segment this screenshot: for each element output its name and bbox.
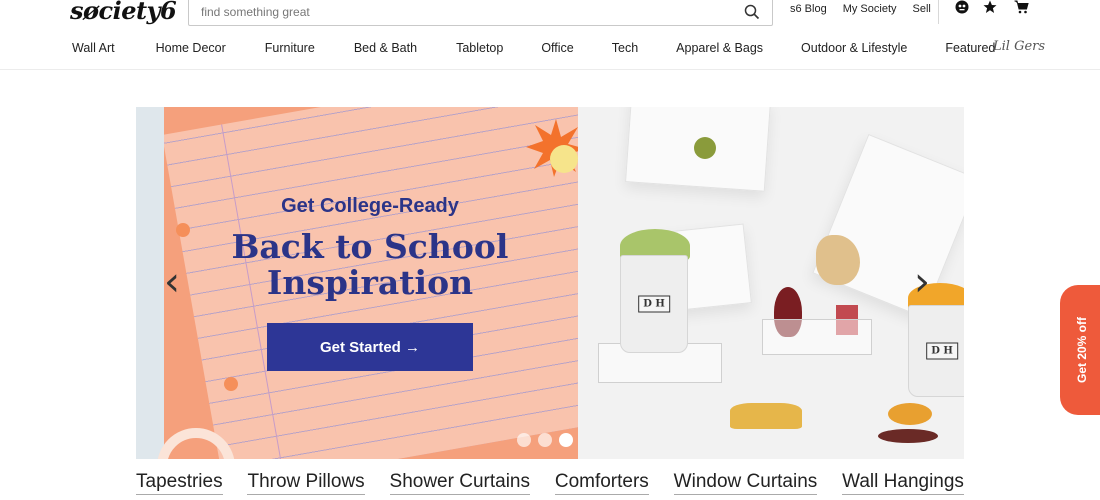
nav-item-home-decor[interactable]: Home Decor <box>156 41 226 55</box>
search-input[interactable] <box>201 0 721 24</box>
hero-title-line-2: Inspiration <box>266 263 474 302</box>
nav-item-wall-art[interactable]: Wall Art <box>72 41 115 55</box>
promo-label: Get 20% off <box>1075 316 1089 384</box>
hero-title-line-1: Back to School <box>231 227 509 266</box>
category-link-comforters[interactable]: Comforters <box>554 471 649 495</box>
carousel-dot-3[interactable] <box>559 433 573 447</box>
smoothie-cup: D H <box>620 255 688 353</box>
sell-link[interactable]: Sell <box>913 3 931 15</box>
acrylic-stand <box>762 319 872 355</box>
nav-item-office[interactable]: Office <box>541 41 573 55</box>
nav-item-tech[interactable]: Tech <box>612 41 638 55</box>
carousel-next-arrow[interactable]: › <box>914 262 930 302</box>
smoothie-cup: D H <box>908 305 964 397</box>
hero-carousel[interactable]: Get College-Ready Back to School Inspira… <box>136 107 964 459</box>
header-divider <box>938 0 939 24</box>
category-link-wall-hangings[interactable]: Wall Hangings <box>842 471 964 495</box>
site-logo[interactable]: søciety6 <box>70 0 177 25</box>
cup-label: D H <box>638 295 670 313</box>
hero-slide-left-panel: Get College-Ready Back to School Inspira… <box>136 107 578 459</box>
my-society-link[interactable]: My Society <box>843 3 897 15</box>
carousel-dots <box>517 433 573 447</box>
nav-item-apparel-bags[interactable]: Apparel & Bags <box>676 41 763 55</box>
food-graphic <box>816 235 860 285</box>
category-link-shower-curtains[interactable]: Shower Curtains <box>389 471 530 495</box>
carousel-dot-2[interactable] <box>538 433 552 447</box>
nav-item-bed-bath[interactable]: Bed & Bath <box>354 41 417 55</box>
sun-burst-graphic <box>526 119 578 177</box>
nav-item-furniture[interactable]: Furniture <box>265 41 315 55</box>
carousel-prev-arrow[interactable]: ‹ <box>164 262 180 302</box>
category-link-window-curtains[interactable]: Window Curtains <box>673 471 818 495</box>
cup-label: D H <box>926 342 958 360</box>
food-graphic <box>730 403 802 429</box>
nav-item-outdoor-lifestyle[interactable]: Outdoor & Lifestyle <box>801 41 907 55</box>
category-link-throw-pillows[interactable]: Throw Pillows <box>247 471 365 495</box>
shadow-graphic <box>878 429 938 443</box>
top-links: s6 Blog My Society Sell <box>790 3 947 15</box>
nav-item-lil-gers[interactable]: Lil Gers <box>993 39 1045 54</box>
search-bar <box>188 0 773 26</box>
account-icon[interactable] <box>955 0 969 14</box>
decor-dot <box>224 377 238 391</box>
fruit-graphic <box>888 403 932 425</box>
search-icon[interactable] <box>744 4 760 20</box>
carousel-dot-1[interactable] <box>517 433 531 447</box>
get-started-button[interactable]: Get Started → <box>267 323 473 371</box>
ring-graphic <box>157 428 235 459</box>
nav-item-featured[interactable]: Featured <box>945 41 995 55</box>
cart-icon[interactable] <box>1014 0 1029 14</box>
star-icon[interactable] <box>983 0 997 14</box>
fruit-graphic <box>694 137 716 159</box>
site-header: søciety6 s6 Blog My Society Sell Wall Ar… <box>0 0 1100 70</box>
category-link-tapestries[interactable]: Tapestries <box>136 471 223 495</box>
category-links: Tapestries Throw Pillows Shower Curtains… <box>136 471 964 495</box>
hero-title: Back to School Inspiration <box>136 229 578 301</box>
hero-subtitle: Get College-Ready <box>281 195 459 217</box>
hero-slide-right-photo: D H D H <box>578 107 964 459</box>
nav-item-tabletop[interactable]: Tabletop <box>456 41 503 55</box>
blog-link[interactable]: s6 Blog <box>790 3 827 15</box>
main-nav: Wall Art Home Decor Furniture Bed & Bath… <box>72 41 995 55</box>
promo-tab[interactable]: Get 20% off <box>1060 285 1100 415</box>
